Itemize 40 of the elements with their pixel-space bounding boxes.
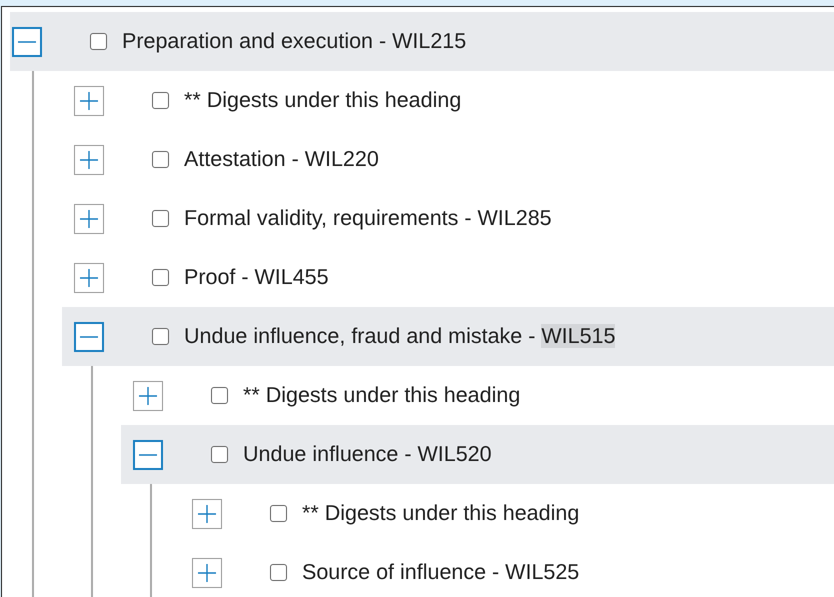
node-label[interactable]: Attestation - WIL220 xyxy=(184,147,379,172)
plus-icon xyxy=(80,150,98,168)
expand-button[interactable] xyxy=(74,144,104,174)
expand-button[interactable] xyxy=(74,204,104,234)
collapse-button[interactable] xyxy=(12,26,42,56)
plus-icon xyxy=(80,268,98,286)
plus-icon xyxy=(198,564,216,582)
node-label[interactable]: ** Digests under this heading xyxy=(302,501,580,526)
checkbox[interactable] xyxy=(211,387,228,404)
plus-icon xyxy=(139,386,157,404)
node-label[interactable]: Formal validity, requirements - WIL285 xyxy=(184,206,552,231)
node-label[interactable]: Undue influence, fraud and mistake - WIL515 xyxy=(184,324,616,349)
minus-icon xyxy=(18,40,36,42)
expand-button[interactable] xyxy=(192,498,222,528)
minus-icon xyxy=(80,336,98,338)
node-label[interactable]: Proof - WIL455 xyxy=(184,265,329,290)
plus-icon xyxy=(198,504,216,522)
collapse-button[interactable] xyxy=(133,440,163,470)
node-label[interactable]: Source of influence - WIL525 xyxy=(302,560,580,585)
expand-button[interactable] xyxy=(74,262,104,292)
checkbox[interactable] xyxy=(90,33,107,50)
node-label[interactable]: Undue influence - WIL520 xyxy=(243,442,492,467)
checkbox[interactable] xyxy=(152,151,169,168)
expand-button[interactable] xyxy=(133,380,163,410)
expand-button[interactable] xyxy=(74,86,104,116)
node-label[interactable]: ** Digests under this heading xyxy=(243,383,520,408)
expand-button[interactable] xyxy=(192,558,222,588)
minus-icon xyxy=(139,454,157,456)
plus-icon xyxy=(80,92,98,110)
checkbox[interactable] xyxy=(152,269,169,286)
node-label[interactable]: Preparation and execution - WIL215 xyxy=(122,29,466,54)
collapse-button[interactable] xyxy=(74,322,104,352)
plus-icon xyxy=(80,210,98,228)
checkbox[interactable] xyxy=(270,564,287,581)
checkbox[interactable] xyxy=(152,92,169,109)
node-label[interactable]: ** Digests under this heading xyxy=(184,88,462,113)
checkbox[interactable] xyxy=(211,446,228,463)
checkbox[interactable] xyxy=(152,328,169,345)
checkbox[interactable] xyxy=(270,505,287,522)
checkbox[interactable] xyxy=(152,210,169,227)
